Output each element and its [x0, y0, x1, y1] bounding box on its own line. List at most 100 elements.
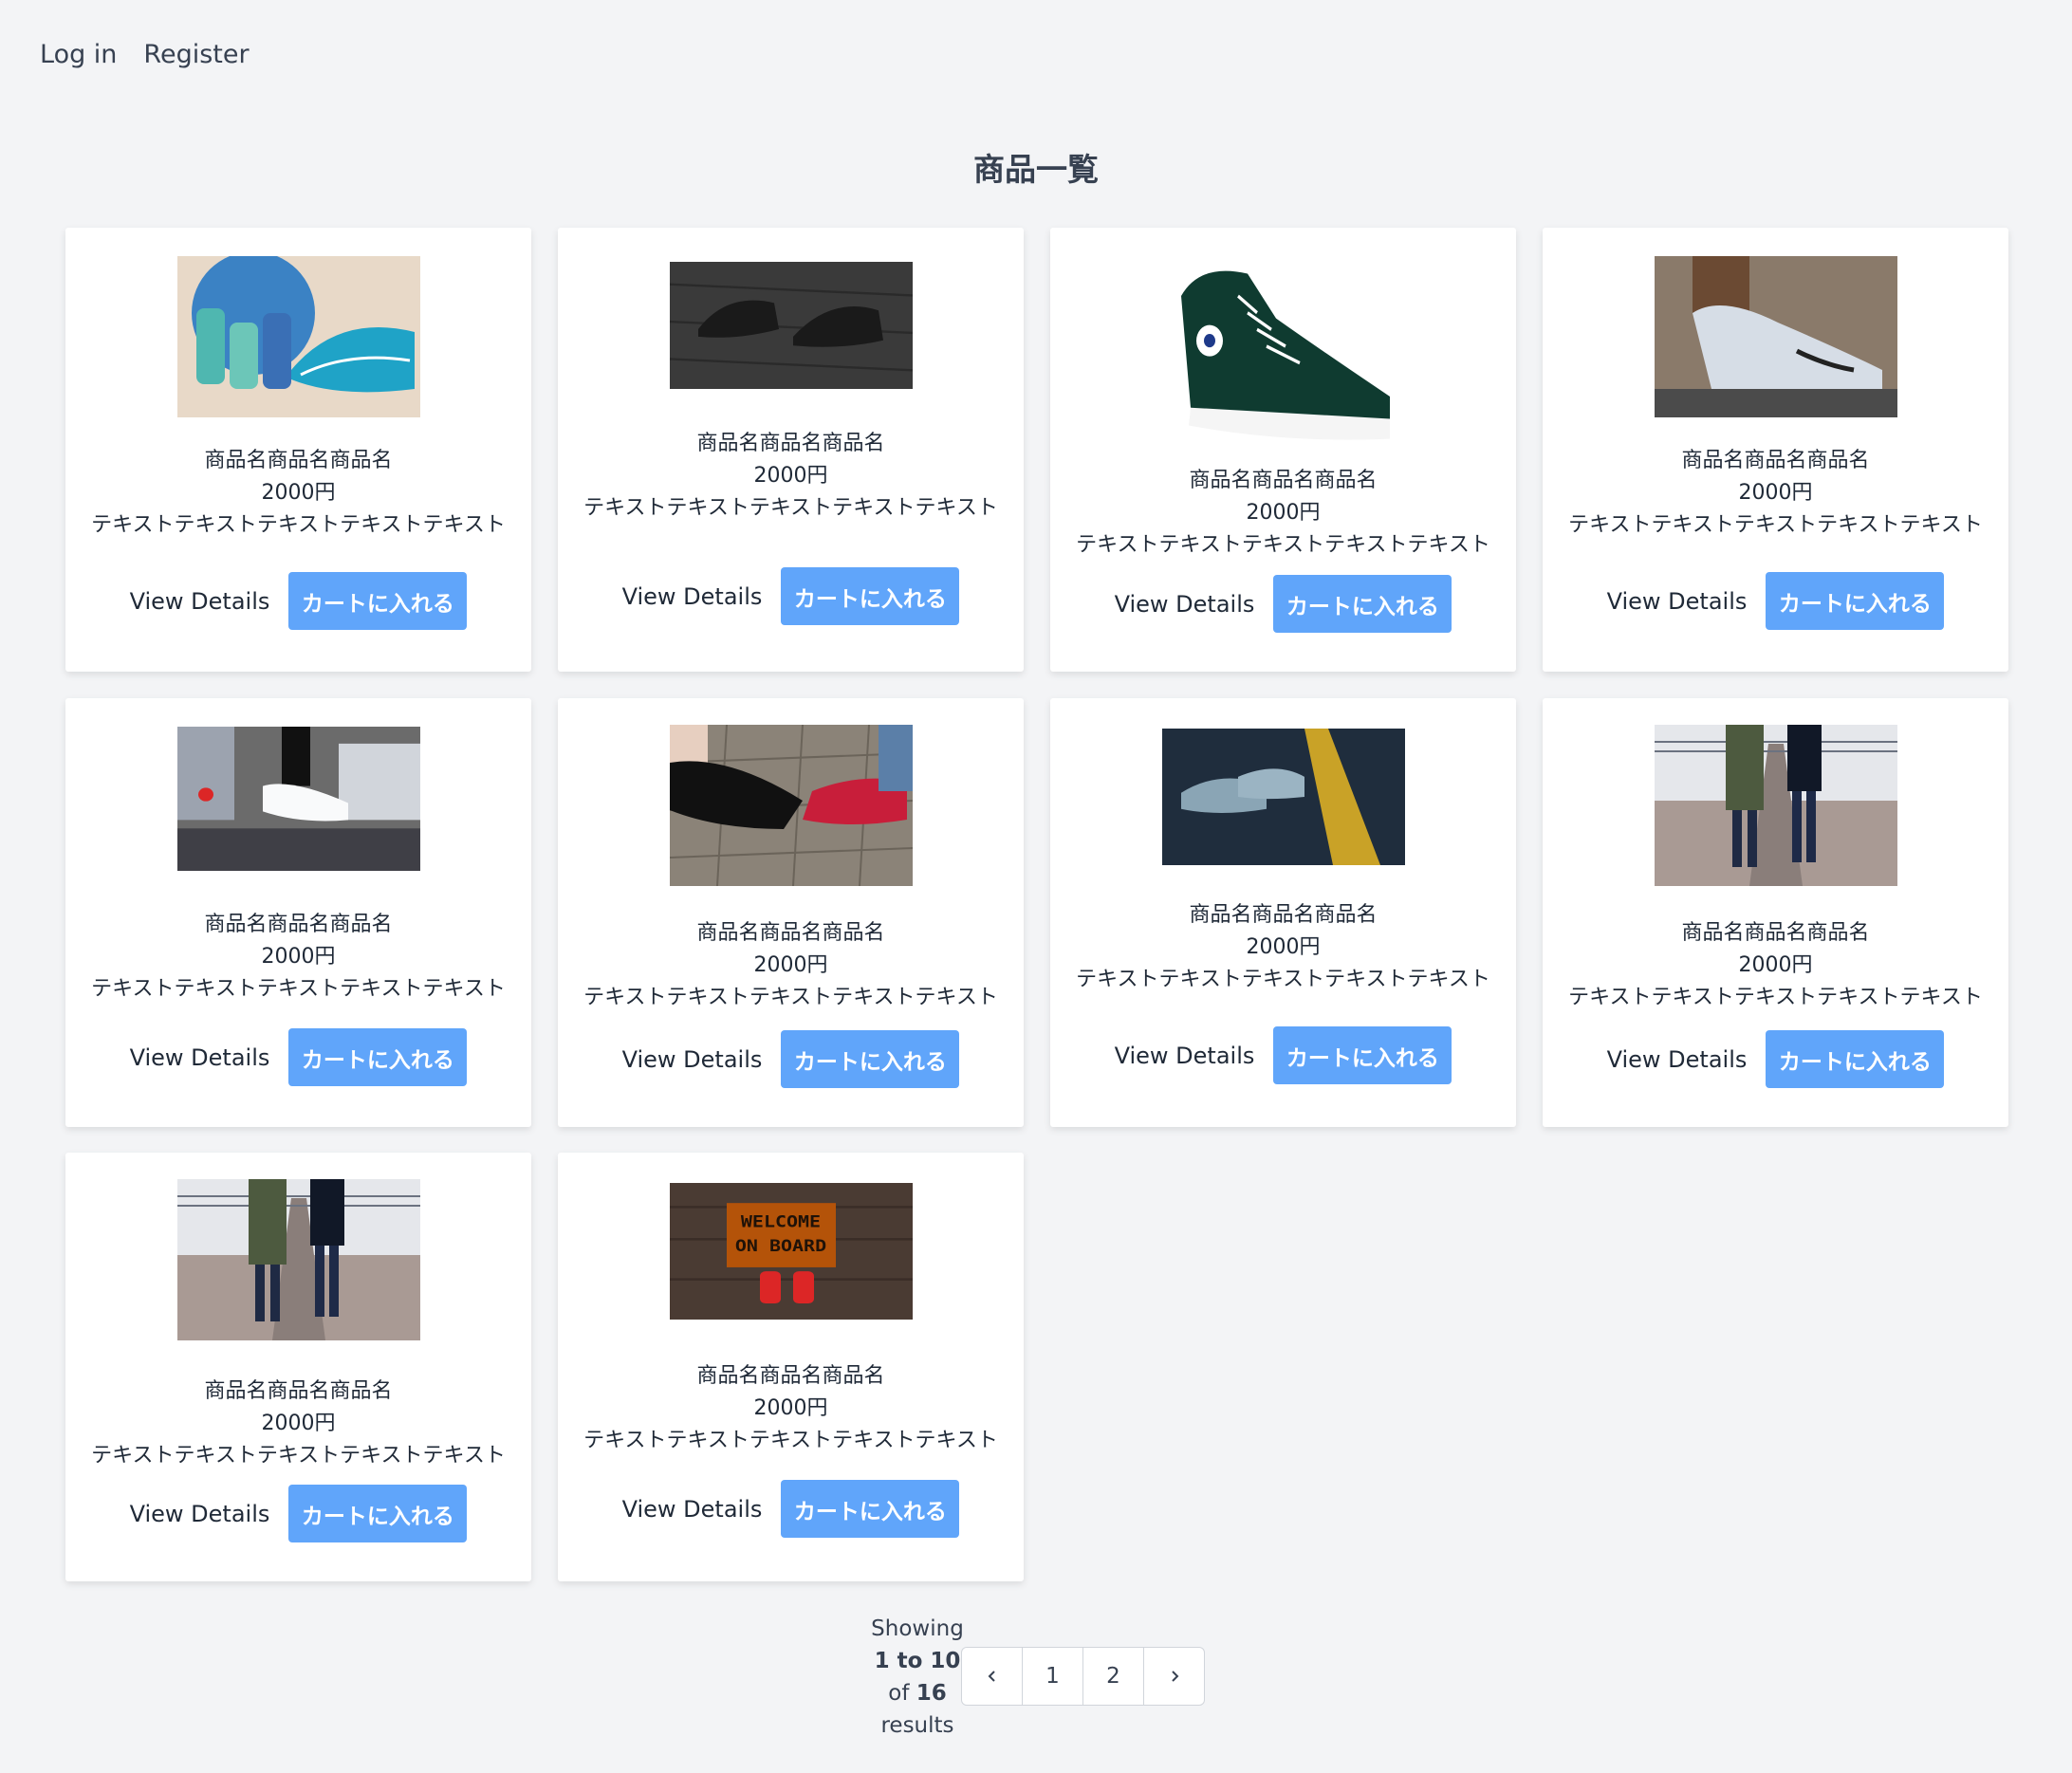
view-details-link[interactable]: View Details — [1115, 591, 1255, 618]
product-actions: View Details カートに入れる — [1543, 1030, 2008, 1088]
product-card: 商品名商品名商品名 2000円テキストテキストテキストテキストテキスト View D… — [65, 228, 531, 672]
page-2-button[interactable]: 2 — [1083, 1648, 1144, 1705]
add-to-cart-button[interactable]: カートに入れる — [1766, 1030, 1945, 1088]
view-details-link[interactable]: View Details — [622, 1046, 763, 1073]
add-to-cart-button[interactable]: カートに入れる — [781, 1480, 960, 1538]
product-image: WELCOME ON BOARD — [670, 1183, 913, 1320]
product-description: テキストテキストテキストテキストテキスト — [1568, 986, 1983, 1009]
product-info: 商品名商品名商品名 2000円テキストテキストテキストテキストテキスト — [65, 909, 531, 1006]
add-to-cart-button[interactable]: カートに入れる — [288, 1485, 468, 1542]
product-image — [1162, 251, 1405, 441]
product-info: 商品名商品名商品名 2000円テキストテキストテキストテキストテキスト — [558, 428, 1024, 525]
register-link[interactable]: Register — [143, 40, 249, 69]
product-name: 商品名商品名商品名 — [1189, 903, 1378, 927]
product-name: 商品名商品名商品名 — [1681, 449, 1870, 472]
product-description: テキストテキストテキストテキストテキスト — [583, 496, 998, 520]
view-details-link[interactable]: View Details — [622, 583, 763, 610]
product-description: テキストテキストテキストテキストテキスト — [91, 977, 506, 1001]
view-details-link[interactable]: View Details — [1115, 1043, 1255, 1069]
product-image — [177, 256, 420, 417]
top-nav: Log in Register — [40, 40, 250, 69]
product-actions: View Details カートに入れる — [1050, 1026, 1516, 1084]
product-name: 商品名商品名商品名 — [696, 432, 885, 455]
product-price: 2000円 — [261, 945, 336, 969]
page-1-button[interactable]: 1 — [1023, 1648, 1083, 1705]
product-image — [177, 727, 420, 871]
product-price: 2000円 — [1738, 481, 1813, 505]
product-price: 2000円 — [753, 953, 828, 977]
product-actions: View Details カートに入れる — [65, 1028, 531, 1086]
svg-text:WELCOME: WELCOME — [741, 1213, 821, 1231]
product-price: 2000円 — [753, 1396, 828, 1420]
product-info: 商品名商品名商品名 2000円テキストテキストテキストテキストテキスト — [1050, 899, 1516, 996]
view-details-link[interactable]: View Details — [1607, 1046, 1748, 1073]
prev-page-button[interactable] — [962, 1648, 1023, 1705]
view-details-link[interactable]: View Details — [1607, 588, 1748, 615]
product-price: 2000円 — [1246, 501, 1321, 525]
view-details-link[interactable]: View Details — [130, 588, 270, 615]
product-card: 商品名商品名商品名 2000円 テキストテキストテキストテキストテキスト View D… — [65, 1153, 531, 1581]
product-name: 商品名商品名商品名 — [1189, 469, 1378, 492]
product-description: テキストテキストテキストテキストテキスト — [1076, 533, 1490, 557]
product-name: 商品名商品名商品名 — [1681, 921, 1870, 945]
product-name: 商品名商品名商品名 — [204, 1379, 393, 1403]
next-page-button[interactable] — [1144, 1648, 1204, 1705]
pagination: 1 2 — [961, 1647, 1205, 1706]
product-info: 商品名商品名商品名 2000円テキストテキストテキストテキストテキスト — [558, 917, 1024, 1014]
svg-text:ON BOARD: ON BOARD — [735, 1237, 826, 1255]
product-card: WELCOME ON BOARD 商品名商品名商品名 2000円テキストテキストテキス… — [558, 1153, 1024, 1581]
product-actions: View Details カートに入れる — [558, 567, 1024, 625]
product-image — [1162, 729, 1405, 865]
product-actions: View Details カートに入れる — [1050, 575, 1516, 633]
add-to-cart-button[interactable]: カートに入れる — [1766, 572, 1945, 630]
product-name: 商品名商品名商品名 — [696, 1364, 885, 1388]
product-info: 商品名商品名商品名 2000円テキストテキストテキストテキストテキスト — [1050, 465, 1516, 562]
product-description: テキストテキストテキストテキストテキスト — [91, 513, 506, 537]
product-actions: View Details カートに入れる — [558, 1480, 1024, 1538]
product-description: テキストテキストテキストテキストテキスト — [1568, 513, 1983, 537]
product-image — [670, 262, 913, 389]
product-price: 2000円 — [753, 464, 828, 488]
product-info: 商品名商品名商品名 2000円 テキストテキストテキストテキストテキスト — [65, 1376, 531, 1472]
view-details-link[interactable]: View Details — [130, 1044, 270, 1071]
product-name: 商品名商品名商品名 — [204, 449, 393, 472]
add-to-cart-button[interactable]: カートに入れる — [781, 567, 960, 625]
product-card: 商品名商品名商品名 2000円テキストテキストテキストテキストテキスト View D… — [1050, 228, 1516, 672]
product-card: 商品名商品名商品名 2000円テキストテキストテキストテキストテキスト View D… — [558, 228, 1024, 672]
product-image — [670, 725, 913, 886]
product-card: 商品名商品名商品名 2000円テキストテキストテキストテキストテキスト View D… — [558, 698, 1024, 1127]
view-details-link[interactable]: View Details — [622, 1496, 763, 1523]
product-description: テキストテキストテキストテキストテキスト — [583, 1429, 998, 1452]
page-title: 商品一覧 — [973, 151, 1099, 188]
product-description: テキストテキストテキストテキストテキスト — [1076, 968, 1490, 991]
product-info: 商品名商品名商品名 2000円テキストテキストテキストテキストテキスト — [558, 1360, 1024, 1457]
product-actions: View Details カートに入れる — [1543, 572, 2008, 630]
pagination-summary: Showing 1 to 10 of 16 results — [871, 1616, 964, 1738]
product-price: 2000円 — [261, 481, 336, 505]
product-description: テキストテキストテキストテキストテキスト — [91, 1444, 506, 1468]
product-info: 商品名商品名商品名 2000円テキストテキストテキストテキストテキスト — [65, 445, 531, 542]
product-actions: View Details カートに入れる — [558, 1030, 1024, 1088]
product-name: 商品名商品名商品名 — [696, 921, 885, 945]
view-details-link[interactable]: View Details — [130, 1501, 270, 1527]
product-card: 商品名商品名商品名 2000円テキストテキストテキストテキストテキスト View D… — [65, 698, 531, 1127]
add-to-cart-button[interactable]: カートに入れる — [1273, 1026, 1452, 1084]
product-price: 2000円 — [1738, 953, 1813, 977]
login-link[interactable]: Log in — [40, 40, 117, 69]
product-info: 商品名商品名商品名 2000円テキストテキストテキストテキストテキスト — [1543, 917, 2008, 1014]
product-card: 商品名商品名商品名 2000円テキストテキストテキストテキストテキスト View D… — [1543, 228, 2008, 672]
product-description: テキストテキストテキストテキストテキスト — [583, 986, 998, 1009]
product-image — [177, 1179, 420, 1340]
add-to-cart-button[interactable]: カートに入れる — [288, 1028, 468, 1086]
product-card: 商品名商品名商品名 2000円テキストテキストテキストテキストテキスト View D… — [1543, 698, 2008, 1127]
chevron-right-icon — [1171, 1671, 1178, 1682]
chevron-left-icon — [988, 1671, 995, 1682]
product-actions: View Details カートに入れる — [65, 572, 531, 630]
add-to-cart-button[interactable]: カートに入れる — [288, 572, 468, 630]
product-image — [1655, 256, 1897, 417]
add-to-cart-button[interactable]: カートに入れる — [1273, 575, 1452, 633]
add-to-cart-button[interactable]: カートに入れる — [781, 1030, 960, 1088]
product-price: 2000円 — [1246, 935, 1321, 959]
product-card: 商品名商品名商品名 2000円テキストテキストテキストテキストテキスト View D… — [1050, 698, 1516, 1127]
product-name: 商品名商品名商品名 — [204, 913, 393, 936]
